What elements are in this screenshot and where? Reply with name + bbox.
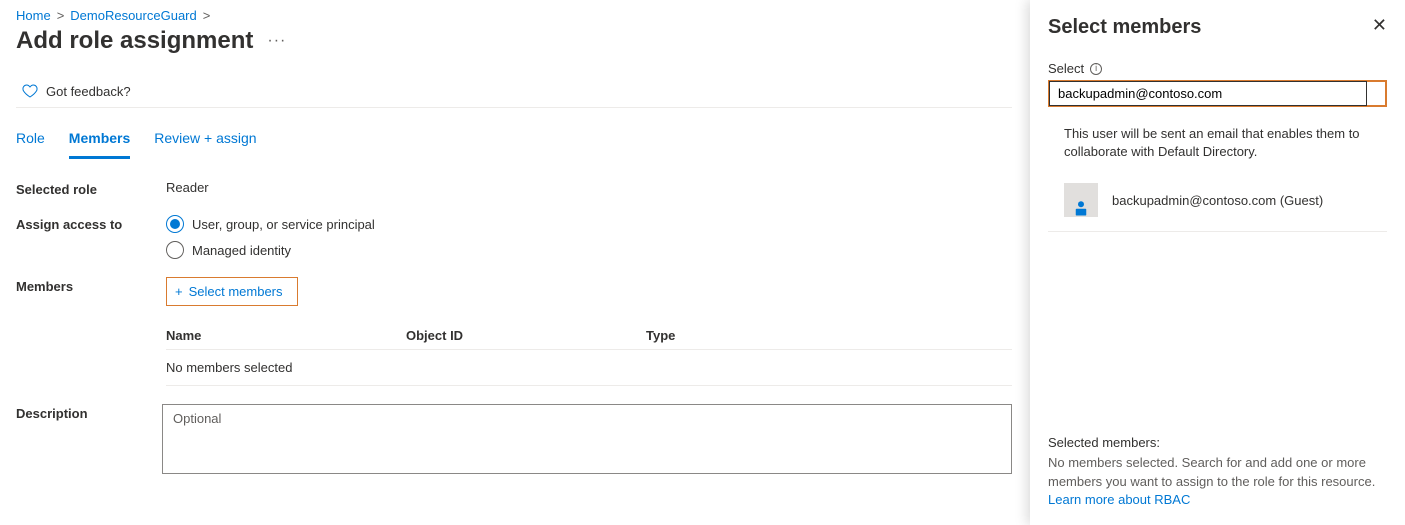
tabs: Role Members Review + assign [16,124,1012,158]
selected-role-label: Selected role [16,180,166,197]
radio-icon-checked [166,215,184,233]
feedback-link[interactable]: Got feedback? [16,75,1012,108]
heart-icon [22,83,38,99]
select-members-panel: Select members ✕ Select i This user will… [1030,0,1405,525]
select-members-button[interactable]: + Select members [166,277,298,306]
tab-role[interactable]: Role [16,124,45,158]
selected-members-text: No members selected. Search for and add … [1048,455,1375,488]
person-icon [1072,199,1090,217]
selected-role-value: Reader [166,180,1012,195]
radio-user-label: User, group, or service principal [192,217,375,232]
feedback-label: Got feedback? [46,84,131,99]
select-members-button-label: Select members [189,284,283,299]
selected-members-label: Selected members: [1048,434,1387,452]
assign-access-label: Assign access to [16,215,166,232]
select-label: Select [1048,61,1084,76]
members-col-name: Name [166,328,366,343]
members-col-objectid: Object ID [406,328,606,343]
chevron-right-icon: > [203,8,211,23]
chevron-right-icon: > [57,8,65,23]
members-empty-row: No members selected [166,350,1012,386]
breadcrumb-resource[interactable]: DemoResourceGuard [70,8,196,23]
more-actions-button[interactable]: ··· [267,32,286,50]
radio-managed-label: Managed identity [192,243,291,258]
avatar [1064,183,1098,217]
search-result-item[interactable]: backupadmin@contoso.com (Guest) [1048,175,1387,232]
close-icon[interactable]: ✕ [1372,16,1387,34]
breadcrumb-home[interactable]: Home [16,8,51,23]
plus-icon: + [175,284,183,299]
search-result-name: backupadmin@contoso.com (Guest) [1112,193,1323,208]
tab-review-assign[interactable]: Review + assign [154,124,256,158]
tab-members[interactable]: Members [69,124,130,159]
select-input[interactable] [1049,81,1367,106]
page-title: Add role assignment [16,27,253,55]
description-input[interactable]: Optional [162,404,1012,474]
radio-icon [166,241,184,259]
breadcrumb: Home > DemoResourceGuard > [16,8,1012,23]
members-label: Members [16,277,166,294]
info-icon[interactable]: i [1090,63,1102,75]
description-label: Description [16,404,162,421]
members-col-type: Type [646,328,846,343]
panel-title: Select members [1048,16,1201,39]
radio-managed-identity[interactable]: Managed identity [166,241,1012,259]
learn-more-rbac-link[interactable]: Learn more about RBAC [1048,492,1190,507]
invite-hint-text: This user will be sent an email that ena… [1064,125,1387,161]
radio-user-group-principal[interactable]: User, group, or service principal [166,215,1012,233]
